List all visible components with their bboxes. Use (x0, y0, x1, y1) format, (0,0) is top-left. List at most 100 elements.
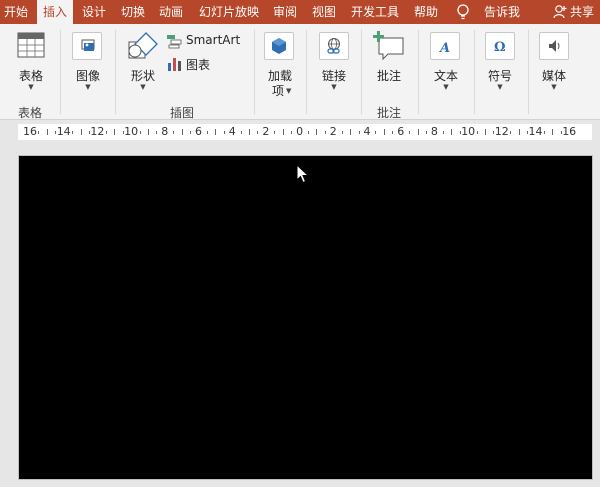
smartart-button[interactable]: SmartArt (166, 32, 244, 50)
ruler-tick-label: 4 (363, 125, 371, 138)
tell-me-search[interactable]: 告诉我 (484, 0, 520, 24)
addins-button[interactable]: 加载 项 ▼ (260, 30, 300, 100)
ribbon-tab-bar: 开始 插入 设计 切换 动画 幻灯片放映 审阅 视图 开发工具 帮助 告诉我 共… (0, 0, 600, 25)
ruler-tick (139, 130, 141, 134)
tab-review[interactable]: 审阅 (273, 0, 297, 24)
group-divider (528, 30, 529, 114)
symbols-button[interactable]: Ω 符号 ▼ (478, 30, 522, 96)
comment-label: 批注 (376, 69, 401, 83)
ruler-tick-label: 16 (23, 125, 37, 138)
ruler-tick (375, 130, 377, 134)
tab-developer[interactable]: 开发工具 (351, 0, 399, 24)
ruler-tick (560, 130, 562, 134)
symbols-label: 符号 (487, 69, 512, 83)
tab-animations[interactable]: 动画 (159, 0, 183, 24)
horizontal-ruler[interactable]: 16 14 12 10 8 6 4 2 0 2 4 6 8 10 12 14 16 (0, 121, 600, 143)
tab-view[interactable]: 视图 (312, 0, 336, 24)
ruler-tick-label: 12 (494, 125, 509, 138)
ruler-tick (392, 130, 394, 134)
group-divider (361, 30, 362, 114)
ruler-tick-label: 12 (90, 125, 105, 138)
ruler-tick (308, 130, 310, 134)
ruler-tick (476, 130, 478, 134)
ruler-tick-label: 4 (228, 125, 236, 138)
text-a-icon: A (430, 32, 460, 60)
table-icon (17, 32, 45, 61)
ruler-tick (240, 130, 242, 134)
new-comment-icon (372, 30, 406, 65)
ruler-tick-label: 6 (397, 125, 405, 138)
ruler-tick (206, 130, 208, 134)
ruler-tick (527, 130, 529, 134)
omega-icon: Ω (485, 32, 515, 60)
table-button[interactable]: 表格 ▼ (8, 30, 54, 96)
chevron-down-icon: ▼ (28, 83, 34, 91)
share-person-icon[interactable] (553, 0, 567, 24)
ruler-tick (341, 130, 343, 134)
ruler-tick (147, 129, 149, 135)
speaker-icon (539, 32, 569, 60)
group-divider (115, 30, 116, 114)
ruler-tick-label: 6 (195, 125, 202, 138)
ruler-tick (451, 129, 453, 135)
slide-canvas[interactable] (18, 155, 593, 480)
ruler-tick (38, 130, 40, 134)
shapes-icon (126, 32, 160, 65)
ruler-tick (122, 130, 124, 134)
text-button[interactable]: A 文本 ▼ (424, 30, 468, 96)
chevron-down-icon: ▼ (551, 83, 557, 91)
tab-help[interactable]: 帮助 (414, 0, 438, 24)
shapes-button[interactable]: 形状 ▼ (122, 30, 164, 96)
ruler-tick (350, 129, 352, 135)
media-button[interactable]: 媒体 ▼ (532, 30, 576, 96)
ruler-tick (46, 129, 48, 135)
share-button[interactable]: 共享 (570, 0, 594, 24)
links-button[interactable]: 链接 ▼ (312, 30, 356, 96)
smartart-icon (166, 33, 182, 52)
bar-chart-icon (167, 56, 183, 75)
chevron-down-icon: ▼ (331, 83, 337, 91)
ruler-tick (291, 130, 293, 134)
tab-slideshow[interactable]: 幻灯片放映 (199, 0, 259, 24)
ruler-tick (215, 129, 217, 135)
ruler-tick (181, 129, 183, 135)
chevron-down-icon: ▼ (140, 83, 146, 91)
group-label-table: 表格 (18, 106, 43, 120)
group-label-comments: 批注 (377, 106, 402, 120)
links-label: 链接 (321, 69, 346, 83)
lightbulb-icon[interactable] (456, 0, 470, 24)
svg-text:Ω: Ω (494, 40, 506, 55)
ruler-tick-label: 2 (329, 125, 337, 138)
ribbon-insert: 表格 ▼ 表格 图像 ▼ 形状 ▼ SmartArt 图表 插图 加载 项 ▼ … (0, 24, 600, 120)
text-label: 文本 (433, 69, 458, 83)
ruler-tick-label: 8 (161, 125, 169, 138)
chevron-down-icon: ▼ (497, 83, 503, 91)
tab-insert[interactable]: 插入 (37, 0, 73, 25)
group-divider (474, 30, 475, 114)
ruler-tick-label: 10 (124, 125, 139, 138)
ruler-tick (552, 129, 554, 135)
ruler-tick-label: 2 (262, 125, 270, 138)
ruler-tick (156, 130, 158, 134)
ruler-tick (417, 129, 419, 135)
ruler-tick-label: 14 (56, 125, 71, 138)
ruler-tick-label: 10 (461, 125, 476, 138)
ruler-tick (316, 129, 318, 135)
tab-home[interactable]: 开始 (4, 0, 28, 24)
ruler-tick (510, 130, 512, 134)
tab-transitions[interactable]: 切换 (121, 0, 145, 24)
group-divider (418, 30, 419, 114)
ruler-tick (425, 130, 427, 134)
ruler-tick (442, 130, 444, 134)
group-label-illustrations: 插图 (170, 106, 195, 120)
ruler-tick (518, 129, 520, 135)
image-button[interactable]: 图像 ▼ (66, 30, 110, 96)
ruler-tick (223, 130, 225, 134)
chart-button[interactable]: 图表 (166, 55, 226, 73)
image-label: 图像 (75, 69, 100, 83)
ruler-tick (274, 130, 276, 134)
chevron-down-icon: ▼ (443, 83, 449, 91)
smartart-label: SmartArt (186, 33, 241, 47)
comment-button[interactable]: 批注 (366, 30, 412, 96)
tab-design[interactable]: 设计 (82, 0, 106, 24)
